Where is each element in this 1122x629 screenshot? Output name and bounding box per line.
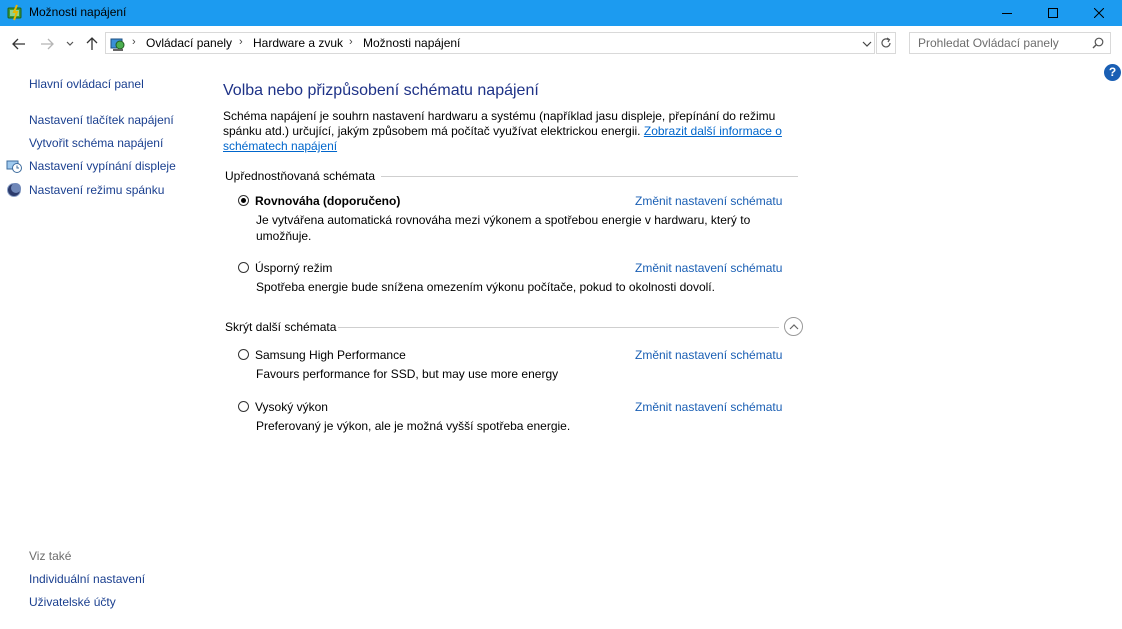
see-also-personalization-link[interactable]: Individuální nastavení (29, 572, 145, 586)
help-icon[interactable]: ? (1104, 64, 1121, 81)
display-clock-icon (6, 158, 22, 174)
plan-samsung-desc: Favours performance for SSD, but may use… (256, 367, 559, 381)
breadcrumb-control-panel[interactable]: Ovládací panely (146, 36, 232, 50)
maximize-button[interactable] (1030, 0, 1076, 26)
refresh-icon (881, 37, 891, 48)
plan-high-performance-change-link[interactable]: Změnit nastavení schématu (635, 400, 782, 414)
refresh-button[interactable] (876, 32, 896, 54)
search-input[interactable] (910, 33, 1093, 53)
arrow-up-icon (86, 37, 98, 50)
see-also-label: Viz také (29, 549, 72, 563)
preferred-plans-title: Upřednostňovaná schémata (225, 169, 376, 183)
power-options-icon (7, 4, 24, 21)
sidebar-item-power-buttons[interactable]: Nastavení tlačítek napájení (29, 113, 174, 127)
breadcrumb-separator-icon: › (132, 36, 136, 48)
close-button[interactable] (1076, 0, 1122, 26)
control-panel-icon (109, 35, 126, 52)
plan-balanced-change-link[interactable]: Změnit nastavení schématu (635, 194, 782, 208)
divider (381, 176, 798, 177)
sidebar-item-display-off[interactable]: Nastavení vypínání displeje (29, 159, 176, 173)
divider (338, 327, 779, 328)
plan-samsung-name[interactable]: Samsung High Performance (255, 348, 406, 362)
forward-button[interactable] (38, 35, 56, 53)
arrow-right-icon (41, 38, 54, 50)
chevron-down-icon (862, 41, 872, 47)
arrow-left-icon (12, 38, 25, 50)
breadcrumb-hardware-sound[interactable]: Hardware a zvuk (253, 36, 343, 50)
back-button[interactable] (10, 35, 28, 53)
plan-balanced-radio[interactable] (238, 195, 249, 206)
sidebar-item-create-plan[interactable]: Vytvořit schéma napájení (29, 136, 163, 150)
hidden-plans-title[interactable]: Skrýt další schémata (225, 320, 336, 334)
recent-locations-button[interactable] (63, 35, 77, 53)
close-icon (1094, 8, 1104, 18)
window-title: Možnosti napájení (29, 5, 127, 19)
chevron-up-icon (789, 323, 798, 329)
see-also-user-accounts-link[interactable]: Uživatelské účty (29, 595, 116, 609)
moon-icon (6, 182, 22, 198)
plan-power-saver-name[interactable]: Úsporný režim (255, 261, 332, 275)
maximize-icon (1048, 8, 1058, 18)
address-bar[interactable]: › Ovládací panely › Hardware a zvuk › Mo… (105, 32, 875, 54)
sidebar-item-sleep[interactable]: Nastavení režimu spánku (29, 183, 164, 197)
plan-power-saver-desc: Spotřeba energie bude snížena omezením v… (256, 280, 715, 294)
plan-high-performance-name[interactable]: Vysoký výkon (255, 400, 328, 414)
title-bar: Možnosti napájení (0, 0, 1122, 26)
search-box[interactable] (909, 32, 1111, 54)
minimize-icon (1002, 13, 1012, 14)
address-dropdown-button[interactable] (862, 37, 872, 51)
chevron-down-icon (66, 41, 74, 46)
breadcrumb-separator-icon: › (349, 36, 353, 48)
breadcrumb-power-options[interactable]: Možnosti napájení (363, 36, 460, 50)
search-icon[interactable] (1092, 37, 1104, 52)
up-button[interactable] (83, 35, 101, 53)
collapse-plans-button[interactable] (784, 317, 803, 336)
sidebar-home-link[interactable]: Hlavní ovládací panel (29, 77, 144, 91)
plan-high-performance-desc: Preferovaný je výkon, ale je možná vyšší… (256, 419, 571, 433)
plan-high-performance-radio[interactable] (238, 401, 249, 412)
plan-samsung-change-link[interactable]: Změnit nastavení schématu (635, 348, 782, 362)
page-description: Schéma napájení je souhrn nastavení hard… (223, 109, 813, 154)
breadcrumb-separator-icon: › (239, 36, 243, 48)
minimize-button[interactable] (984, 0, 1030, 26)
plan-balanced-name[interactable]: Rovnováha (doporučeno) (255, 194, 400, 208)
plan-balanced-desc: Je vytvářena automatická rovnováha mezi … (256, 213, 751, 243)
plan-power-saver-change-link[interactable]: Změnit nastavení schématu (635, 261, 782, 275)
plan-samsung-radio[interactable] (238, 349, 249, 360)
plan-power-saver-radio[interactable] (238, 262, 249, 273)
page-title: Volba nebo přizpůsobení schématu napájen… (223, 82, 539, 99)
